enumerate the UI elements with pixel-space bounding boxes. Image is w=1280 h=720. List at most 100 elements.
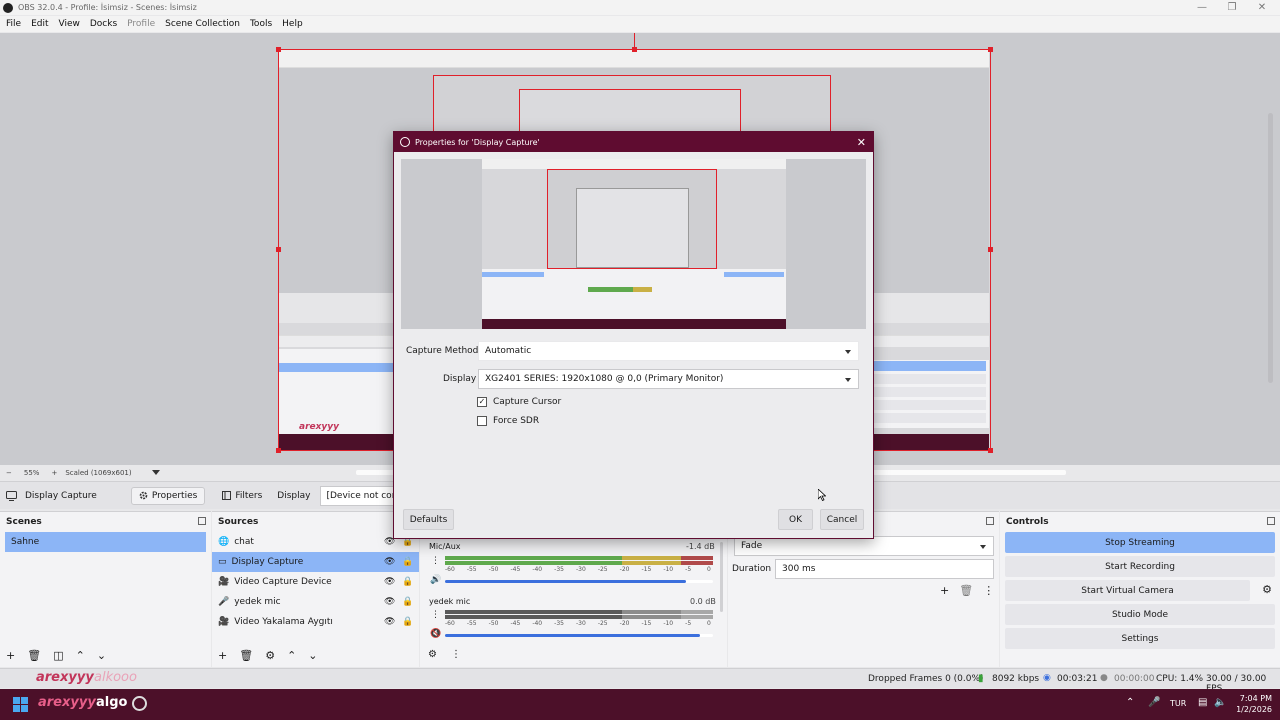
lock-icon[interactable]: 🔒 [402,557,413,567]
resize-handle-tr[interactable] [988,47,993,52]
settings-button[interactable]: Settings [1005,628,1275,649]
lock-icon[interactable]: 🔒 [402,597,413,607]
move-down-icon[interactable]: ⌄ [308,649,317,662]
zoom-out-button[interactable]: − [6,469,12,477]
source-item-video-yakalama[interactable]: 🎥 Video Yakalama Aygıtı 👁 🔒 [212,612,419,632]
move-up-icon[interactable]: ⌃ [287,649,296,662]
language-indicator[interactable]: TUR [1170,699,1186,708]
menu-docks[interactable]: Docks [90,19,117,29]
taskbar-app-icon[interactable]: arexyyy [38,695,96,710]
duration-input[interactable]: 300 ms [775,559,994,579]
channel-options-icon[interactable]: ⋮ [431,610,440,620]
volume-icon[interactable]: 🔈 [1214,697,1226,708]
resize-handle-tl[interactable] [276,47,281,52]
resize-handle-l[interactable] [276,247,281,252]
restore-icon[interactable]: ❐ [1217,0,1247,15]
speaker-icon[interactable]: 🔊 [430,575,441,585]
mixer-settings-icon[interactable]: ⚙ [428,649,437,660]
sources-footer: + 🗑 ⚙ ⌃ ⌄ [218,649,318,662]
capture-taskbar [482,319,786,329]
source-item-display-capture[interactable]: ▭ Display Capture 👁 🔒 [212,552,419,572]
menu-help[interactable]: Help [282,19,303,29]
add-source-icon[interactable]: + [218,649,227,662]
display-select[interactable]: [Device not conne [320,485,401,506]
close-icon[interactable]: ✕ [1247,0,1277,15]
menu-file[interactable]: File [6,19,21,29]
menu-profile[interactable]: Profile [127,19,155,29]
menu-view[interactable]: View [59,19,80,29]
resize-handle-t[interactable] [632,47,637,52]
add-scene-icon[interactable]: + [6,649,15,662]
transition-select[interactable]: Fade [734,536,994,556]
source-item-video-capture[interactable]: 🎥 Video Capture Device 👁 🔒 [212,572,419,592]
studio-mode-button[interactable]: Studio Mode [1005,604,1275,625]
defaults-button[interactable]: Defaults [403,509,454,530]
scene-filters-icon[interactable]: ◫ [53,649,63,662]
mic-icon[interactable]: 🎤 [1148,697,1160,708]
cancel-button[interactable]: Cancel [820,509,864,530]
minimize-icon[interactable]: — [1187,0,1217,15]
resize-handle-r[interactable] [988,247,993,252]
remove-source-icon[interactable]: 🗑 [239,649,253,662]
menu-scene-collection[interactable]: Scene Collection [165,19,240,29]
muted-speaker-icon[interactable]: 🔇 [430,629,441,639]
resize-handle-bl[interactable] [276,448,281,453]
ok-button[interactable]: OK [778,509,813,530]
lock-icon[interactable]: 🔒 [402,577,413,587]
remove-scene-icon[interactable]: 🗑 [27,649,41,662]
undock-icon[interactable] [986,517,994,525]
zoom-in-button[interactable]: + [51,469,57,477]
capture-frame [547,169,717,269]
mixer-tick-label: -35 [554,620,564,627]
preview-scrollbar-v[interactable] [1268,113,1273,383]
channel-options-icon[interactable]: ⋮ [431,556,440,566]
transition-menu-icon[interactable]: ⋮ [983,584,994,597]
volume-slider-track[interactable] [445,634,713,637]
mouse-cursor-icon [818,489,826,501]
move-down-icon[interactable]: ⌄ [97,649,106,662]
network-icon[interactable]: ▤ [1198,697,1207,708]
stop-streaming-button[interactable]: Stop Streaming [1005,532,1275,553]
lock-icon[interactable]: 🔒 [402,617,413,627]
resize-handle-br[interactable] [988,448,993,453]
visibility-eye-icon[interactable]: 👁 [384,597,395,607]
obs-taskbar-icon[interactable] [132,696,147,711]
source-label: Video Yakalama Aygıtı [234,617,333,627]
mixer-tick-label: -50 [488,620,499,627]
source-item-chat[interactable]: 🌐 chat 👁 🔒 [212,532,419,552]
scene-item-label: Sahne [11,537,40,547]
scale-dropdown-icon[interactable] [151,470,160,476]
virtual-camera-settings-icon[interactable]: ⚙ [1262,583,1272,596]
mixer-menu-icon[interactable]: ⋮ [451,649,461,660]
force-sdr-checkbox[interactable]: Force SDR [477,416,539,426]
add-transition-icon[interactable]: + [940,584,949,597]
mixer-scrollbar[interactable] [720,542,723,612]
display-select[interactable]: XG2401 SERIES: 1920x1080 @ 0,0 (Primary … [478,369,859,389]
capture-cursor-checkbox[interactable]: ✓ Capture Cursor [477,397,561,407]
start-recording-button[interactable]: Start Recording [1005,556,1275,577]
start-virtual-camera-button[interactable]: Start Virtual Camera [1005,580,1250,601]
windows-start-icon[interactable] [13,697,28,712]
source-properties-icon[interactable]: ⚙ [265,649,275,662]
scene-item[interactable]: Sahne [5,532,206,552]
filters-button[interactable]: Filters [215,487,270,504]
menu-edit[interactable]: Edit [31,19,48,29]
chevron-up-icon[interactable]: ⌃ [1126,697,1134,708]
capture-method-select[interactable]: Automatic [478,341,859,361]
undock-icon[interactable] [1267,517,1275,525]
source-item-yedek-mic[interactable]: 🎤 yedek mic 👁 🔒 [212,592,419,612]
close-icon[interactable]: ✕ [857,136,866,149]
taskbar-algo-app[interactable]: algo [96,695,127,710]
volume-slider-track[interactable] [445,580,713,583]
properties-button[interactable]: Properties [130,486,206,505]
clock-time[interactable]: 7:04 PM [1238,694,1272,703]
move-up-icon[interactable]: ⌃ [76,649,85,662]
undock-icon[interactable] [198,517,206,525]
remove-transition-icon[interactable]: 🗑 [959,584,973,597]
visibility-eye-icon[interactable]: 👁 [384,557,395,567]
menu-tools[interactable]: Tools [250,19,272,29]
chevron-down-icon [980,545,986,549]
visibility-eye-icon[interactable]: 👁 [384,617,395,627]
clock-date[interactable]: 1/2/2026 [1234,705,1272,714]
visibility-eye-icon[interactable]: 👁 [384,577,395,587]
